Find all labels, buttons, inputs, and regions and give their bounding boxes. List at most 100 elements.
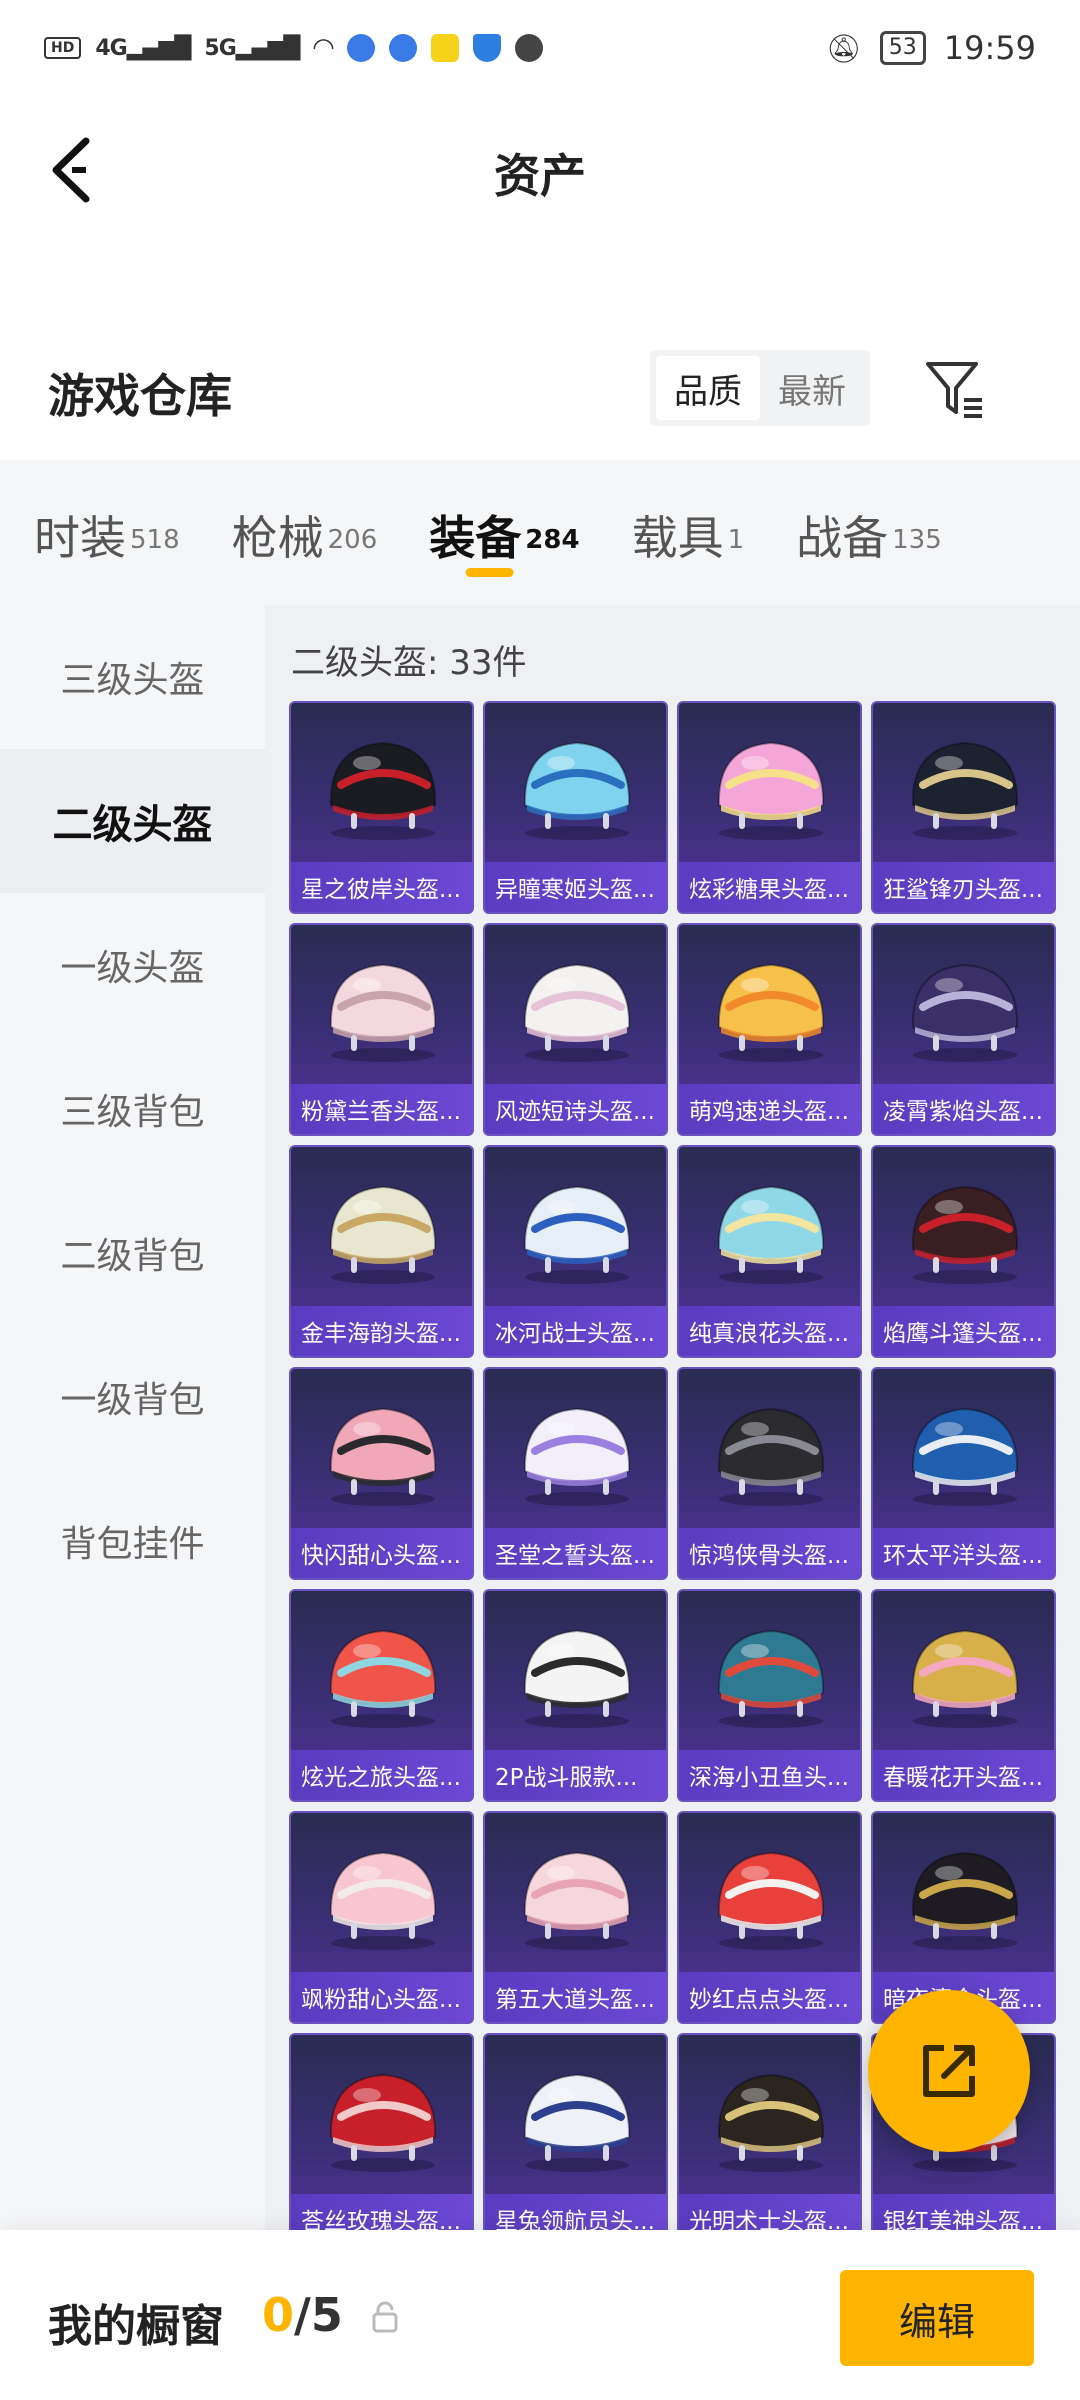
item-name-bar: 异瞳寒姬头盔... bbox=[485, 862, 666, 912]
helmet-icon bbox=[911, 741, 1019, 840]
sidebar-item-level3-backpack[interactable]: 三级背包 bbox=[0, 1037, 265, 1181]
item-name-bar: 风迹短诗头盔... bbox=[485, 1084, 666, 1134]
showcase-bar: 我的橱窗 0/5 编辑 bbox=[0, 2230, 1080, 2400]
item-name-bar: 银红美神头盔... bbox=[873, 2194, 1054, 2230]
tab-label: 装备 bbox=[429, 511, 522, 565]
item-card[interactable]: 凌霄紫焰头盔... bbox=[871, 923, 1056, 1136]
helmet-icon bbox=[329, 1185, 437, 1284]
lock-icon[interactable] bbox=[370, 2300, 400, 2334]
sidebar-item-backpack-charm[interactable]: 背包挂件 bbox=[0, 1469, 265, 1613]
item-name-bar: 圣堂之誓头盔... bbox=[485, 1528, 666, 1578]
tab-label: 战备 bbox=[796, 511, 889, 565]
item-card[interactable]: 快闪甜心头盔... bbox=[289, 1367, 474, 1580]
item-card[interactable]: 星兔领航员头... bbox=[483, 2033, 668, 2230]
sort-quality-tab[interactable]: 品质 bbox=[656, 356, 760, 420]
qq-icon bbox=[515, 34, 544, 62]
tab-label: 枪械 bbox=[231, 511, 324, 565]
item-name: 纯真浪花头盔... bbox=[689, 1321, 849, 1347]
item-name: 春暖花开头盔... bbox=[883, 1765, 1043, 1791]
item-card[interactable]: 2P战斗服款... bbox=[483, 1589, 668, 1802]
battery-icon: 53 bbox=[879, 31, 926, 65]
helmet-icon bbox=[911, 1851, 1019, 1950]
tab-equipment[interactable]: 装备 284 bbox=[429, 460, 580, 605]
item-card[interactable]: 焰鹰斗篷头盔... bbox=[871, 1145, 1056, 1358]
item-name-bar: 焰鹰斗篷头盔... bbox=[873, 1306, 1054, 1356]
status-right: 🔕︎ 53 19:59 bbox=[826, 29, 1036, 67]
item-card[interactable]: 狂鲨锋刃头盔... bbox=[871, 701, 1056, 914]
item-card[interactable]: 粉黛兰香头盔... bbox=[289, 923, 474, 1136]
title-bar: 资产 bbox=[0, 100, 1080, 240]
item-name: 金丰海韵头盔... bbox=[301, 1321, 461, 1347]
sidebar-item-level2-backpack[interactable]: 二级背包 bbox=[0, 1181, 265, 1325]
item-card[interactable]: 星之彼岸头盔... bbox=[289, 701, 474, 914]
item-name-bar: 炫彩糖果头盔... bbox=[679, 862, 860, 912]
sort-newest-tab[interactable]: 最新 bbox=[760, 356, 864, 420]
helmet-icon bbox=[911, 1629, 1019, 1728]
helmet-icon bbox=[717, 963, 825, 1062]
item-card[interactable]: 圣堂之誓头盔... bbox=[483, 1367, 668, 1580]
item-card[interactable]: 环太平洋头盔... bbox=[871, 1367, 1056, 1580]
tab-count: 206 bbox=[327, 524, 378, 555]
item-name-bar: 冰河战士头盔... bbox=[485, 1306, 666, 1356]
item-card[interactable]: 炫彩糖果头盔... bbox=[677, 701, 862, 914]
share-button[interactable] bbox=[868, 1990, 1030, 2152]
edit-button[interactable]: 编辑 bbox=[840, 2270, 1034, 2366]
showcase-count-separator: / bbox=[294, 2288, 311, 2342]
item-card[interactable]: 炫光之旅头盔... bbox=[289, 1589, 474, 1802]
showcase-title: 我的橱窗 bbox=[48, 2301, 224, 2352]
item-name-bar: 炫光之旅头盔... bbox=[291, 1750, 472, 1800]
helmet-icon bbox=[523, 963, 631, 1062]
item-card[interactable]: 纯真浪花头盔... bbox=[677, 1145, 862, 1358]
item-card[interactable]: 金丰海韵头盔... bbox=[289, 1145, 474, 1358]
filter-icon bbox=[926, 362, 982, 418]
status-bar: HD 4G▂▄▆█ 5G▂▄▆█ ◠ 🔕︎ 53 19:59 bbox=[0, 0, 1080, 96]
tab-fashion[interactable]: 时装 518 bbox=[34, 460, 180, 605]
item-card[interactable]: 风迹短诗头盔... bbox=[483, 923, 668, 1136]
item-card[interactable]: 惊鸿侠骨头盔... bbox=[677, 1367, 862, 1580]
item-name: 光明术士头盔... bbox=[689, 2209, 849, 2230]
sidebar-item-level3-helmet[interactable]: 三级头盔 bbox=[0, 605, 265, 749]
filter-button[interactable] bbox=[920, 354, 990, 424]
share-export-icon bbox=[923, 2045, 975, 2097]
item-name-bar: 惊鸿侠骨头盔... bbox=[679, 1528, 860, 1578]
sidebar-item-level2-helmet[interactable]: 二级头盔 bbox=[0, 749, 265, 893]
item-name: 飒粉甜心头盔... bbox=[301, 1987, 461, 2013]
item-card[interactable]: 冰河战士头盔... bbox=[483, 1145, 668, 1358]
sidebar-item-level1-backpack[interactable]: 一级背包 bbox=[0, 1325, 265, 1469]
warehouse-body: 三级头盔 二级头盔 一级头盔 三级背包 二级背包 一级背包 背包挂件 二级头盔:… bbox=[0, 605, 1080, 2230]
signal-4g-icon: 4G▂▄▆█ bbox=[95, 35, 191, 61]
item-name-bar: 星兔领航员头... bbox=[485, 2194, 666, 2230]
sidebar-item-level1-helmet[interactable]: 一级头盔 bbox=[0, 893, 265, 1037]
item-card[interactable]: 萌鸡速递头盔... bbox=[677, 923, 862, 1136]
helmet-icon bbox=[329, 1851, 437, 1950]
tab-firearms[interactable]: 枪械 206 bbox=[232, 460, 378, 605]
helmet-icon bbox=[329, 1407, 437, 1506]
app-notification-icon bbox=[347, 34, 376, 62]
item-card[interactable]: 第五大道头盔... bbox=[483, 1811, 668, 2024]
item-card[interactable]: 深海小丑鱼头... bbox=[677, 1589, 862, 1802]
item-name-bar: 星之彼岸头盔... bbox=[291, 862, 472, 912]
item-card[interactable]: 异瞳寒姬头盔... bbox=[483, 701, 668, 914]
item-card[interactable]: 光明术士头盔... bbox=[677, 2033, 862, 2230]
item-name: 异瞳寒姬头盔... bbox=[495, 877, 655, 903]
tab-label: 载具 bbox=[631, 511, 724, 565]
helmet-icon bbox=[717, 741, 825, 840]
helmet-icon bbox=[329, 741, 437, 840]
app-notification-icon bbox=[431, 34, 460, 62]
tab-count: 1 bbox=[727, 524, 745, 555]
tab-vehicles[interactable]: 载具 1 bbox=[632, 460, 745, 605]
item-name: 粉黛兰香头盔... bbox=[301, 1099, 461, 1125]
hd-badge: HD bbox=[44, 37, 82, 59]
item-card[interactable]: 春暖花开头盔... bbox=[871, 1589, 1056, 1802]
tab-gear[interactable]: 战备 135 bbox=[796, 460, 942, 605]
item-card[interactable]: 飒粉甜心头盔... bbox=[289, 1811, 474, 2024]
item-name-bar: 飒粉甜心头盔... bbox=[291, 1972, 472, 2022]
helmet-icon bbox=[329, 1629, 437, 1728]
item-card[interactable]: 妙红点点头盔... bbox=[677, 1811, 862, 2024]
battery-level: 53 bbox=[888, 35, 917, 60]
item-card[interactable]: 荅丝玫瑰头盔... bbox=[289, 2033, 474, 2230]
helmet-icon bbox=[523, 1185, 631, 1284]
helmet-icon bbox=[523, 1407, 631, 1506]
item-name-bar: 2P战斗服款... bbox=[485, 1750, 666, 1800]
helmet-icon bbox=[717, 1185, 825, 1284]
